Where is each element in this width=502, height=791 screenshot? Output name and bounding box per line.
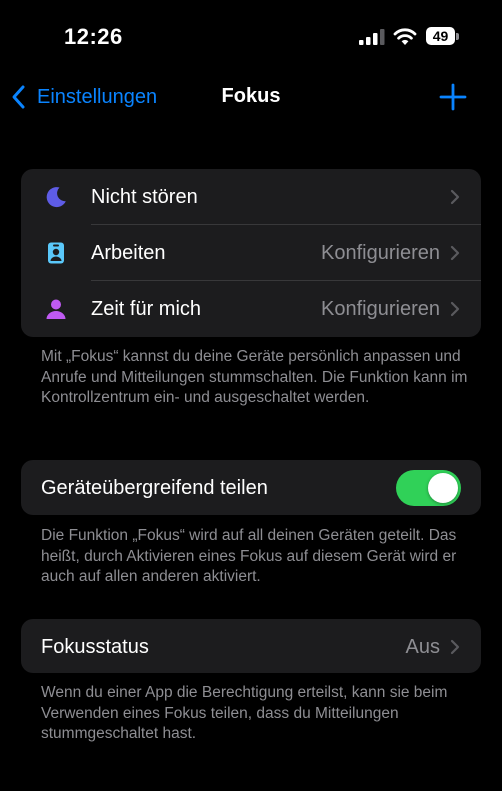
chevron-right-icon: [450, 189, 460, 205]
moon-icon: [46, 187, 66, 208]
focus-row-nicht-stoeren[interactable]: Nicht stören: [21, 169, 481, 225]
status-time: 12:26: [64, 24, 123, 49]
focus-row-arbeiten[interactable]: Arbeiten Konfigurieren: [21, 225, 481, 281]
battery-tip: [456, 33, 459, 40]
focus-modes-footer: Mit „Fokus“ kannst du deine Geräte persö…: [41, 348, 468, 407]
toggle-knob: [428, 473, 458, 503]
battery-icon: 49: [426, 27, 455, 45]
focus-row-value: Konfigurieren: [321, 241, 440, 264]
chevron-right-icon: [450, 245, 460, 261]
share-across-devices-label: Geräteübergreifend teilen: [41, 476, 268, 499]
focus-row-zeit-fuer-mich[interactable]: Zeit für mich Konfigurieren: [21, 281, 481, 337]
focus-status-footer: Wenn du einer App die Berechtigung ertei…: [41, 684, 448, 743]
focus-row-label: Nicht stören: [91, 185, 198, 208]
focus-row-label: Zeit für mich: [91, 297, 202, 320]
focus-row-value: Konfigurieren: [321, 297, 440, 320]
plus-icon[interactable]: [439, 83, 467, 111]
back-label: Einstellungen: [37, 85, 158, 108]
focus-status-group: Fokusstatus Aus: [21, 619, 481, 673]
chevron-right-icon: [450, 639, 460, 655]
share-across-devices-footer: Die Funktion „Fokus“ wird auf all deinen…: [41, 527, 457, 586]
signal-icon: [359, 29, 385, 45]
focus-modes-list: Nicht stören Arbeiten Konfigurieren Zeit…: [21, 169, 481, 337]
share-across-devices-group: Geräteübergreifend teilen: [21, 460, 481, 515]
chevron-left-icon: [12, 85, 25, 109]
focus-row-label: Arbeiten: [91, 241, 166, 264]
back-button[interactable]: Einstellungen: [10, 83, 157, 111]
work-badge-icon: [48, 242, 64, 264]
focus-status-row[interactable]: Fokusstatus Aus: [21, 619, 481, 673]
share-across-devices-toggle[interactable]: [396, 470, 461, 506]
chevron-right-icon: [450, 301, 460, 317]
focus-status-label: Fokusstatus: [41, 635, 149, 658]
status-bar: 12:26 49: [0, 0, 502, 70]
wifi-icon: [393, 28, 417, 45]
person-icon: [46, 299, 66, 319]
focus-status-value: Aus: [405, 635, 440, 658]
